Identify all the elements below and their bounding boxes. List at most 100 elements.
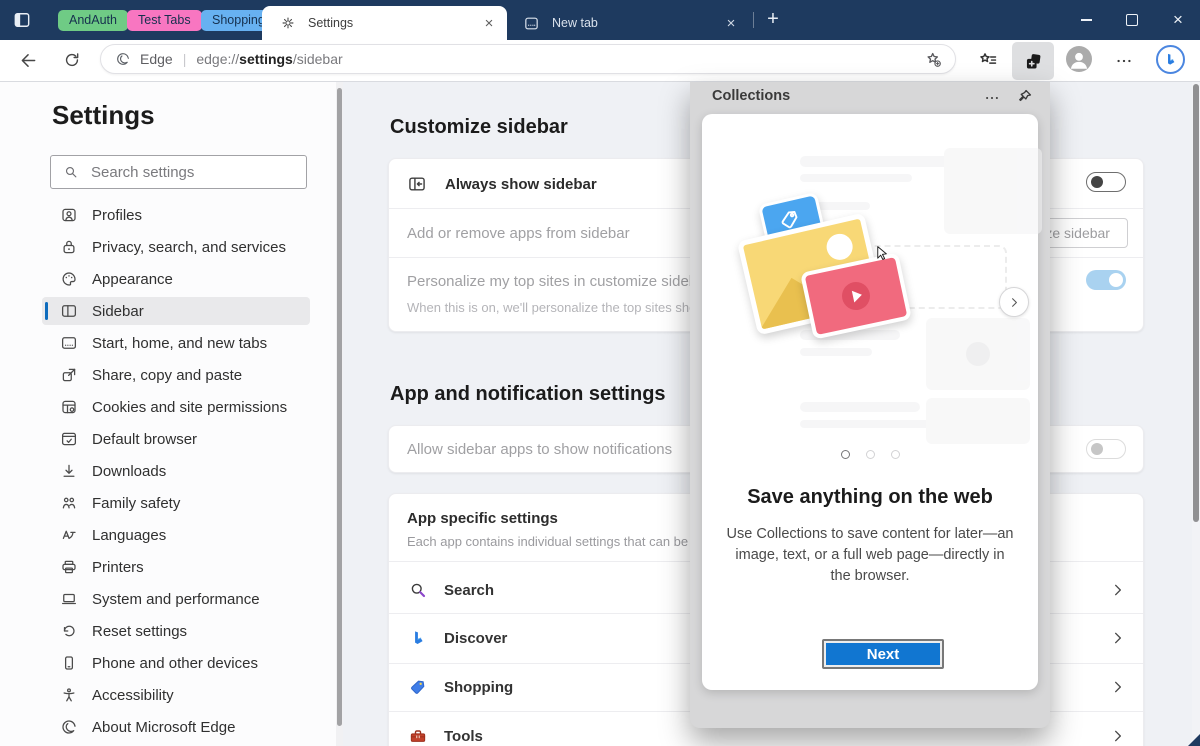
tab-group-test-tabs[interactable]: Test Tabs: [127, 10, 202, 31]
next-button[interactable]: Next: [822, 639, 944, 669]
reset-icon: [60, 622, 78, 640]
nav-item-label: System and performance: [92, 590, 260, 608]
close-tab-icon[interactable]: ×: [479, 15, 499, 32]
next-button-label: Next: [866, 645, 900, 663]
nav-item-label: Printers: [92, 558, 144, 576]
workspaces-icon[interactable]: [12, 10, 32, 30]
collections-button[interactable]: [1012, 42, 1054, 80]
sidebar-item-downloads[interactable]: Downloads: [42, 457, 310, 485]
nav-scrollbar[interactable]: [336, 82, 343, 746]
close-tab-icon[interactable]: ×: [721, 15, 741, 32]
app-row-label: Shopping: [444, 679, 514, 696]
search-input[interactable]: [89, 162, 306, 182]
nav-scrollbar-thumb[interactable]: [337, 88, 342, 726]
search-settings-box[interactable]: [50, 155, 307, 189]
lock-icon: [60, 238, 78, 256]
maximize-icon: [1126, 14, 1138, 26]
new-tab-button[interactable]: +: [760, 6, 786, 33]
tab-strip: AndAuth Test Tabs Shopping Settings × Ne…: [0, 0, 1200, 40]
sidebar-item-printers[interactable]: Printers: [42, 553, 310, 581]
personalize-top-sites-toggle[interactable]: [1086, 270, 1126, 290]
nav-item-label: Privacy, search, and services: [92, 238, 286, 256]
app-row-label: Discover: [444, 630, 508, 647]
close-window-button[interactable]: ×: [1156, 0, 1200, 40]
accessibility-icon: [60, 686, 78, 704]
pin-icon[interactable]: [1015, 87, 1034, 106]
sidebar-item-privacy[interactable]: Privacy, search, and services: [42, 233, 310, 261]
personalize-top-sites-label: Personalize my top sites in customize si…: [407, 273, 711, 290]
people-icon: [60, 494, 78, 512]
bing-icon: [1162, 51, 1179, 68]
page-title: Settings: [52, 100, 155, 130]
popup-more-icon[interactable]: [983, 89, 1001, 107]
sidebar-item-sidebar[interactable]: Sidebar: [42, 297, 310, 325]
sidebar-item-cookies[interactable]: Cookies and site permissions: [42, 393, 310, 421]
popup-title: Collections: [712, 88, 791, 104]
carousel-next-button[interactable]: [999, 287, 1029, 317]
close-icon: ×: [1173, 10, 1183, 29]
allow-notifications-toggle[interactable]: [1086, 439, 1126, 459]
app-specific-title: App specific settings: [407, 510, 558, 527]
profiles-icon: [60, 206, 78, 224]
play-button-circle: [839, 279, 873, 313]
discover-app-icon: [408, 628, 428, 648]
minimize-icon: [1080, 19, 1092, 21]
refresh-icon[interactable]: [62, 50, 82, 70]
app-row-label: Search: [444, 582, 495, 599]
languages-icon: [60, 526, 78, 544]
nav-item-label: Share, copy and paste: [92, 366, 243, 384]
tab-new-tab[interactable]: New tab ×: [509, 6, 749, 40]
profile-avatar[interactable]: [1066, 46, 1092, 72]
edge-logo-icon: [60, 718, 78, 736]
carousel-dot-3[interactable]: [890, 450, 900, 459]
main-scrollbar-thumb[interactable]: [1193, 84, 1199, 522]
nav-item-label: Downloads: [92, 462, 167, 480]
chevron-right-icon: [1008, 296, 1021, 309]
palette-icon: [60, 270, 78, 288]
url-path: /sidebar: [292, 51, 343, 67]
sidebar-item-about-edge[interactable]: About Microsoft Edge: [42, 713, 310, 741]
download-icon: [60, 462, 78, 480]
app-specific-subtext: Each app contains individual settings th…: [407, 534, 720, 549]
app-row-label: Tools: [444, 728, 483, 745]
address-bar[interactable]: Edge | edge:// settings /sidebar: [100, 44, 956, 74]
collections-intro-card: Save anything on the web Use Collections…: [702, 114, 1042, 690]
main-scrollbar[interactable]: [1192, 82, 1200, 746]
sidebar-item-system[interactable]: System and performance: [42, 585, 310, 613]
minimize-button[interactable]: [1064, 0, 1108, 40]
sidebar-item-accessibility[interactable]: Accessibility: [42, 681, 310, 709]
settings-menu-icon[interactable]: [1114, 51, 1134, 71]
site-brand-label: Edge: [140, 51, 173, 67]
bing-chat-button[interactable]: [1156, 45, 1185, 74]
always-show-sidebar-toggle[interactable]: [1086, 172, 1126, 192]
tab-title: New tab: [552, 16, 598, 30]
carousel-dot-1[interactable]: [840, 450, 850, 459]
add-favorite-icon[interactable]: [924, 50, 943, 69]
nav-item-label: Sidebar: [92, 302, 144, 320]
nav-item-label: Family safety: [92, 494, 181, 512]
sidebar-item-share-copy-paste[interactable]: Share, copy and paste: [42, 361, 310, 389]
favorites-icon[interactable]: [978, 50, 999, 71]
play-icon: [851, 288, 864, 303]
sidebar-item-reset[interactable]: Reset settings: [42, 617, 310, 645]
chevron-right-icon: [1110, 582, 1126, 598]
sidebar-item-family-safety[interactable]: Family safety: [42, 489, 310, 517]
share-icon: [60, 366, 78, 384]
nav-item-label: Profiles: [92, 206, 143, 224]
tab-settings[interactable]: Settings ×: [262, 6, 507, 40]
carousel-dot-2[interactable]: [865, 450, 875, 459]
tab-group-andauth[interactable]: AndAuth: [58, 10, 128, 31]
maximize-button[interactable]: [1110, 0, 1154, 40]
nav-item-label: Cookies and site permissions: [92, 398, 288, 416]
tab-group-label: Test Tabs: [138, 13, 191, 27]
sidebar-item-start-home-tabs[interactable]: Start, home, and new tabs: [42, 329, 310, 357]
carousel-dots[interactable]: [702, 446, 1038, 464]
sidebar-item-default-browser[interactable]: Default browser: [42, 425, 310, 453]
sidebar-item-profiles[interactable]: Profiles: [42, 201, 310, 229]
sidebar-item-phone-devices[interactable]: Phone and other devices: [42, 649, 310, 677]
back-icon[interactable]: [18, 50, 39, 71]
printer-icon: [60, 558, 78, 576]
browser-check-icon: [60, 430, 78, 448]
sidebar-item-languages[interactable]: Languages: [42, 521, 310, 549]
sidebar-item-appearance[interactable]: Appearance: [42, 265, 310, 293]
